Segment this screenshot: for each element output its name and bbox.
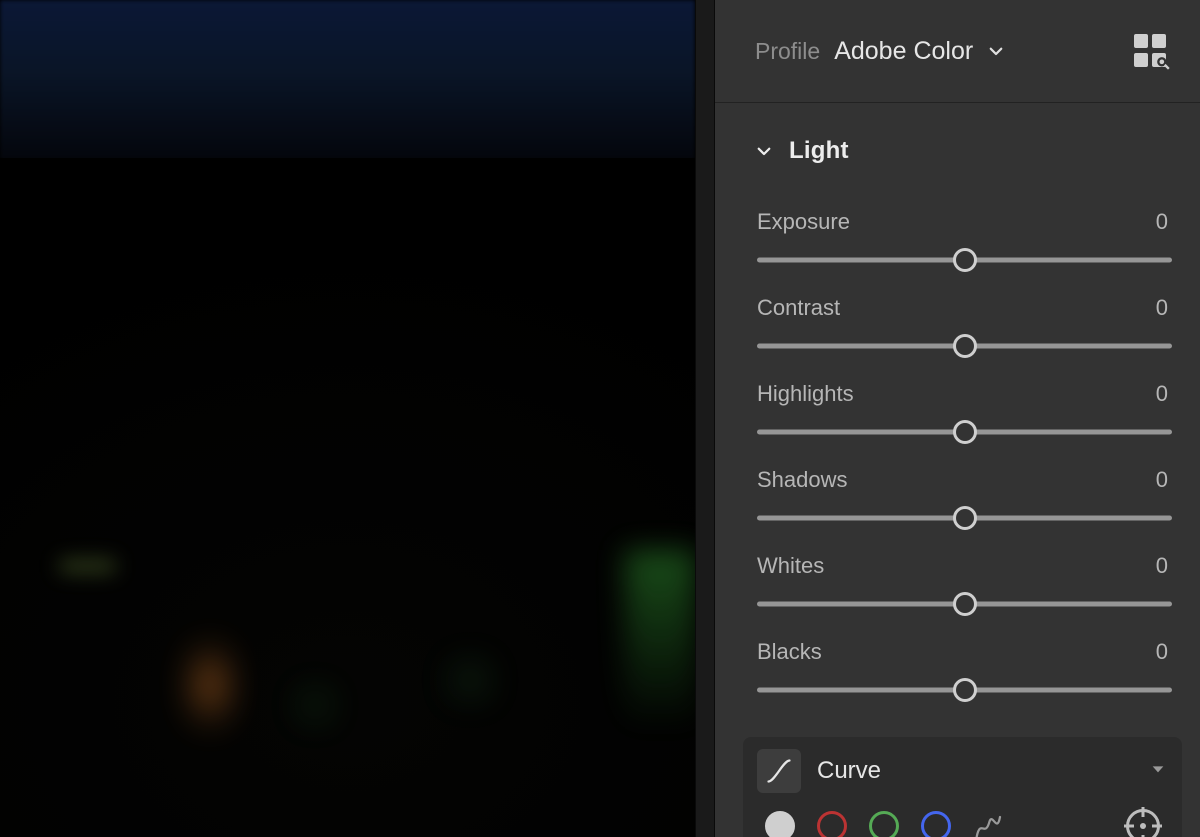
preview-sky	[0, 0, 695, 160]
slider-value[interactable]: 0	[1156, 553, 1168, 579]
profile-browse-button[interactable]	[1134, 34, 1168, 68]
curve-icon	[757, 749, 801, 793]
curve-channel-red[interactable]	[817, 811, 847, 837]
slider-track[interactable]	[757, 333, 1172, 359]
slider-whites: Whites 0	[757, 541, 1172, 627]
slider-label: Contrast	[757, 295, 840, 321]
panel-divider[interactable]	[695, 0, 715, 837]
slider-blacks: Blacks 0	[757, 627, 1172, 713]
curve-channel-blue[interactable]	[921, 811, 951, 837]
preview-ground	[0, 158, 695, 837]
profile-selector[interactable]: Adobe Color	[834, 37, 1005, 66]
slider-shadows: Shadows 0	[757, 455, 1172, 541]
chevron-down-icon	[755, 142, 773, 160]
slider-track[interactable]	[757, 677, 1172, 703]
curve-channel-green[interactable]	[869, 811, 899, 837]
slider-value[interactable]: 0	[1156, 209, 1168, 235]
light-section-title: Light	[789, 137, 849, 165]
slider-knob[interactable]	[953, 506, 977, 530]
slider-value[interactable]: 0	[1156, 639, 1168, 665]
preview-glow	[300, 690, 330, 720]
curve-header[interactable]: Curve	[757, 749, 1166, 793]
light-sliders: Exposure0Contrast0Highlights0Shadows0Whi…	[715, 173, 1200, 729]
slider-value[interactable]: 0	[1156, 467, 1168, 493]
slider-track[interactable]	[757, 505, 1172, 531]
light-section-header[interactable]: Light	[715, 103, 1200, 173]
slider-highlights: Highlights 0	[757, 369, 1172, 455]
preview-glow	[450, 660, 490, 700]
slider-label: Blacks	[757, 639, 822, 665]
image-preview[interactable]	[0, 0, 695, 837]
slider-label: Shadows	[757, 467, 848, 493]
slider-contrast: Contrast 0	[757, 283, 1172, 369]
preview-glow	[625, 550, 695, 730]
slider-track[interactable]	[757, 247, 1172, 273]
curve-channel-luma[interactable]	[765, 811, 795, 837]
slider-knob[interactable]	[953, 592, 977, 616]
slider-label: Exposure	[757, 209, 850, 235]
slider-label: Highlights	[757, 381, 854, 407]
slider-knob[interactable]	[953, 678, 977, 702]
slider-knob[interactable]	[953, 420, 977, 444]
target-adjustment-button[interactable]	[1126, 809, 1160, 837]
profile-label: Profile	[755, 38, 820, 65]
slider-track[interactable]	[757, 419, 1172, 445]
slider-exposure: Exposure 0	[757, 197, 1172, 283]
curve-title: Curve	[817, 757, 881, 785]
slider-track[interactable]	[757, 591, 1172, 617]
slider-value[interactable]: 0	[1156, 381, 1168, 407]
preview-glow	[190, 640, 230, 730]
parametric-curve-icon[interactable]	[973, 811, 1003, 837]
slider-label: Whites	[757, 553, 824, 579]
slider-knob[interactable]	[953, 334, 977, 358]
profile-row: Profile Adobe Color	[715, 0, 1200, 103]
curve-section: Curve	[743, 737, 1182, 837]
slider-knob[interactable]	[953, 248, 977, 272]
chevron-down-icon	[1150, 761, 1166, 782]
preview-glow	[60, 560, 115, 572]
curve-channel-row	[757, 793, 1166, 837]
slider-value[interactable]: 0	[1156, 295, 1168, 321]
profile-value-text: Adobe Color	[834, 37, 973, 66]
chevron-down-icon	[987, 42, 1005, 60]
magnifier-icon	[1156, 56, 1170, 70]
edit-panel: Profile Adobe Color Light Ex	[715, 0, 1200, 837]
